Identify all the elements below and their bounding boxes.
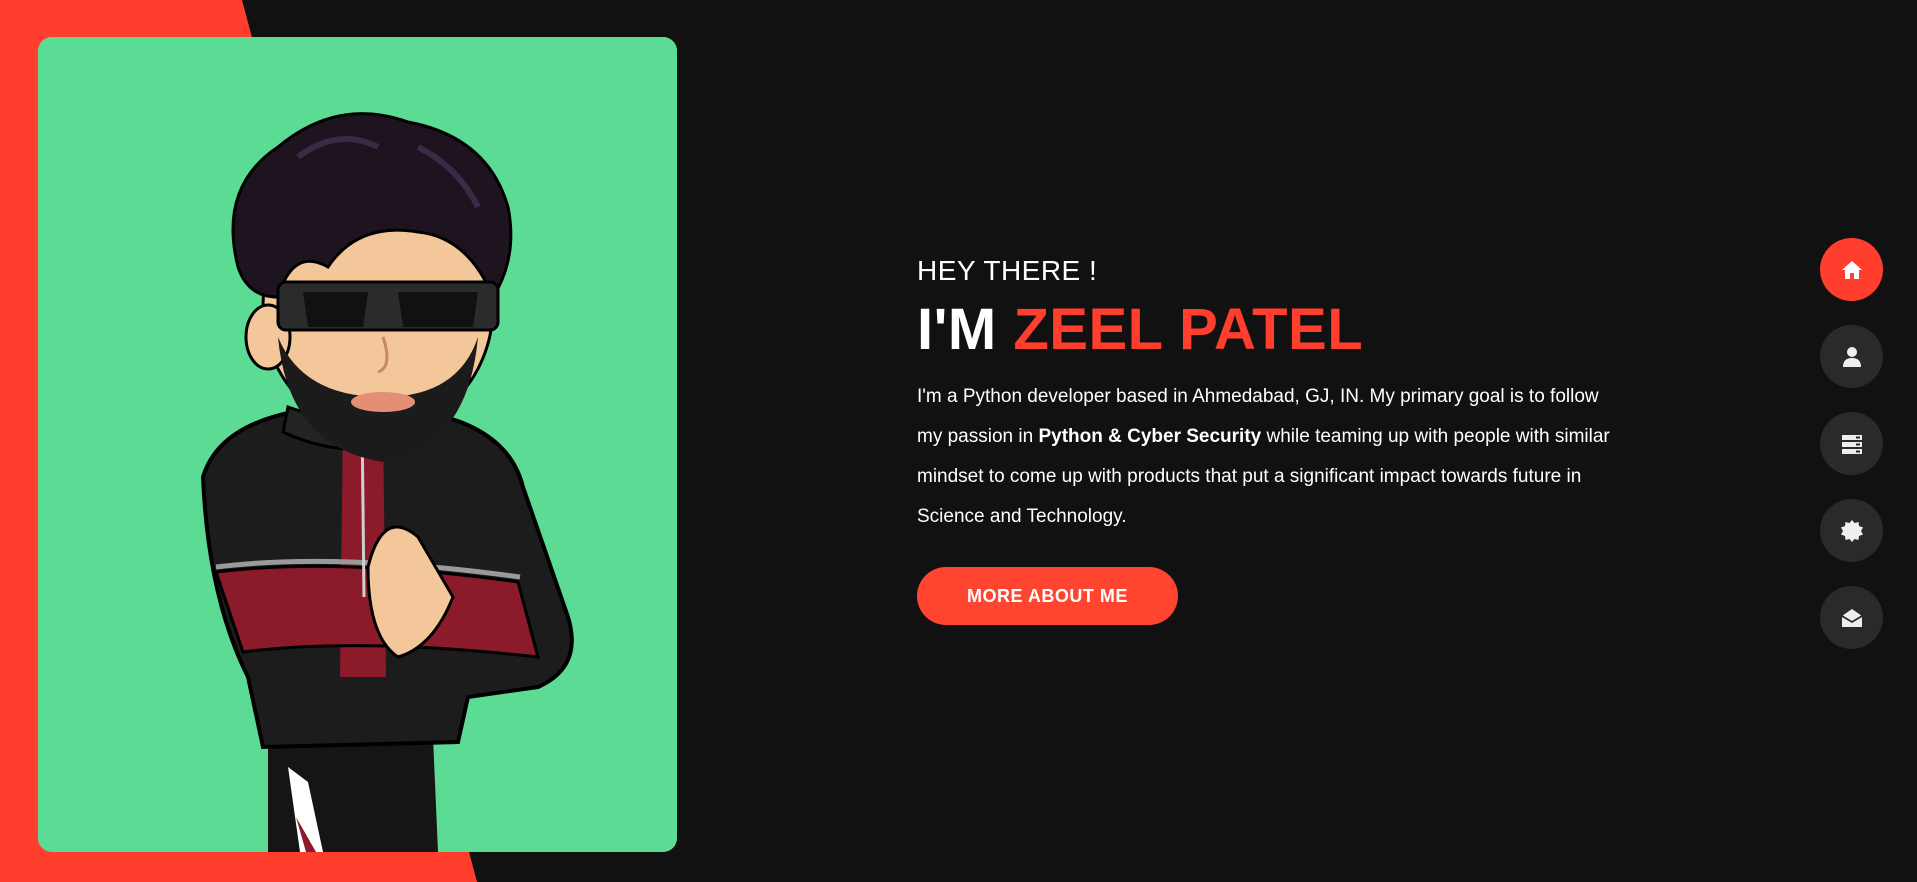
nav-contact-button[interactable] bbox=[1820, 586, 1883, 649]
nav-home-button[interactable] bbox=[1820, 238, 1883, 301]
side-navigation bbox=[1820, 238, 1883, 673]
owner-name: ZEEL PATEL bbox=[1013, 297, 1364, 362]
profile-avatar-card bbox=[38, 37, 677, 852]
badge-icon bbox=[1840, 519, 1863, 542]
nav-portfolio-button[interactable] bbox=[1820, 412, 1883, 475]
home-page: HEY THERE ! I'M ZEEL PATEL I'm a Python … bbox=[0, 0, 1917, 882]
server-icon bbox=[1841, 434, 1862, 454]
bitmoji-avatar-image bbox=[38, 37, 677, 852]
envelope-open-icon bbox=[1841, 608, 1862, 627]
home-icon bbox=[1841, 260, 1862, 279]
intro-paragraph: I'm a Python developer based in Ahmedaba… bbox=[917, 377, 1617, 537]
user-icon bbox=[1842, 346, 1861, 367]
hero-content: HEY THERE ! I'M ZEEL PATEL I'm a Python … bbox=[917, 255, 1617, 625]
nav-about-button[interactable] bbox=[1820, 325, 1883, 388]
greeting-text: HEY THERE ! bbox=[917, 255, 1098, 286]
intro-highlight: Python & Cyber Security bbox=[1038, 426, 1262, 447]
more-about-me-button[interactable]: MORE ABOUT ME bbox=[917, 567, 1178, 625]
name-prefix: I'M bbox=[917, 297, 997, 362]
hero-heading: I'M ZEEL PATEL bbox=[917, 301, 1617, 359]
nav-certificates-button[interactable] bbox=[1820, 499, 1883, 562]
